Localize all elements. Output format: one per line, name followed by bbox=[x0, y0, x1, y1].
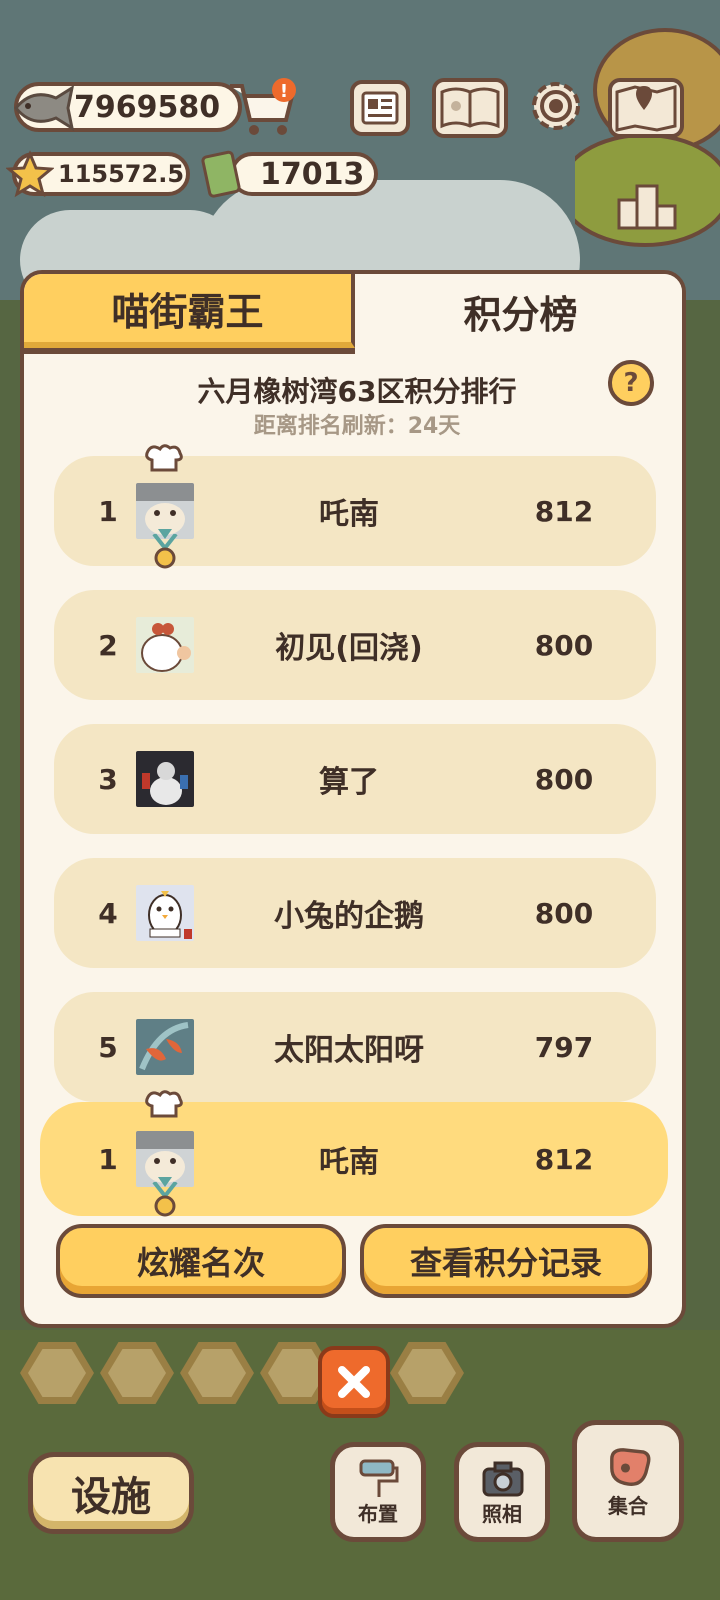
view-points-record-label: 查看积分记录 bbox=[409, 1244, 602, 1282]
chicken-avatar-icon bbox=[136, 617, 194, 673]
close-button[interactable] bbox=[318, 1346, 390, 1418]
news-button[interactable] bbox=[350, 80, 410, 136]
tab-points-leaderboard-label: 积分榜 bbox=[463, 292, 578, 337]
podium-icon bbox=[617, 184, 677, 230]
player-score: 812 bbox=[534, 1142, 594, 1176]
newspaper-icon bbox=[361, 91, 399, 125]
tab-cat-street-king-label: 喵街霸王 bbox=[111, 289, 264, 334]
close-icon bbox=[338, 1366, 370, 1398]
player-avatar[interactable] bbox=[136, 885, 194, 941]
star-currency-value: 115572.5 bbox=[58, 160, 185, 188]
rank-number: 3 bbox=[98, 762, 118, 796]
player-score: 800 bbox=[534, 896, 594, 930]
rank-number: 1 bbox=[98, 1142, 118, 1176]
leaderboard-row[interactable]: 2 初见(回浇) 800 bbox=[54, 590, 656, 700]
map-pin-icon bbox=[615, 85, 677, 132]
help-button[interactable]: ? bbox=[608, 360, 654, 406]
player-avatar[interactable] bbox=[136, 617, 194, 673]
leaderboard-row[interactable]: 4 小兔的企鹅 800 bbox=[54, 858, 656, 968]
player-score: 797 bbox=[534, 1030, 594, 1064]
leaderboard-row[interactable]: 1 吒南 812 bbox=[54, 444, 656, 569]
leaderboard-row[interactable]: 3 算了 800 bbox=[54, 724, 656, 834]
medal-icon bbox=[152, 1182, 178, 1217]
photo-button[interactable]: 照相 bbox=[454, 1442, 550, 1542]
chef-hat-icon bbox=[145, 1090, 183, 1118]
player-name: 小兔的企鹅 bbox=[274, 899, 424, 934]
rank-number: 1 bbox=[98, 494, 118, 528]
player-avatar[interactable] bbox=[136, 1019, 194, 1075]
paint-roller-icon bbox=[359, 1459, 399, 1497]
photo-avatar-icon bbox=[136, 751, 194, 807]
fish-icon bbox=[14, 84, 75, 132]
my-rank-row[interactable]: 1 吒南 812 bbox=[40, 1090, 668, 1217]
player-avatar[interactable] bbox=[136, 483, 194, 539]
shopping-cart-icon[interactable]: ! bbox=[226, 76, 300, 140]
star-icon bbox=[6, 150, 54, 198]
book-icon bbox=[440, 87, 500, 129]
player-name: 算了 bbox=[319, 765, 379, 800]
tab-points-leaderboard[interactable]: 积分榜 bbox=[355, 274, 682, 348]
layout-label: 布置 bbox=[358, 1502, 398, 1526]
settings-button[interactable] bbox=[526, 78, 586, 134]
tab-cat-street-king[interactable]: 喵街霸王 bbox=[24, 274, 355, 348]
question-mark-icon: ? bbox=[623, 368, 639, 398]
player-name: 吒南 bbox=[319, 497, 379, 532]
player-name: 初见(回浇) bbox=[275, 631, 423, 666]
facility-label: 设施 bbox=[71, 1474, 151, 1520]
show-off-rank-button[interactable]: 炫耀名次 bbox=[56, 1224, 346, 1298]
gear-icon bbox=[532, 82, 580, 130]
catbook-button[interactable] bbox=[432, 78, 508, 138]
player-score: 800 bbox=[534, 762, 594, 796]
medal-icon bbox=[152, 534, 178, 569]
view-points-record-button[interactable]: 查看积分记录 bbox=[360, 1224, 652, 1298]
refresh-countdown: 距离排名刷新：24天 bbox=[253, 414, 461, 439]
tab-divider bbox=[24, 348, 355, 354]
player-name: 太阳太阳呀 bbox=[274, 1033, 424, 1068]
koi-avatar-icon bbox=[136, 1019, 194, 1075]
facility-button[interactable]: 设施 bbox=[28, 1452, 194, 1534]
gather-button[interactable]: 集合 bbox=[572, 1420, 684, 1542]
camera-icon bbox=[482, 1461, 524, 1497]
fish-currency-value: 7969580 bbox=[74, 89, 221, 125]
rank-number: 2 bbox=[98, 628, 118, 662]
chef-hat-icon bbox=[145, 444, 183, 472]
penguin-avatar-icon bbox=[136, 885, 194, 941]
svg-text:!: ! bbox=[280, 81, 288, 102]
layout-button[interactable]: 布置 bbox=[330, 1442, 426, 1542]
leaderboard-podium-button[interactable] bbox=[616, 176, 678, 232]
map-button[interactable] bbox=[608, 78, 684, 138]
ticket-currency-value: 17013 bbox=[260, 156, 365, 192]
cat-avatar-icon bbox=[136, 483, 194, 539]
rank-number: 4 bbox=[98, 896, 118, 930]
cat-avatar-icon bbox=[136, 1131, 194, 1187]
player-score: 812 bbox=[534, 494, 594, 528]
gather-label: 集合 bbox=[608, 1494, 648, 1518]
leaderboard-panel: 喵街霸王 积分榜 六月橡树湾63区积分排行 距离排名刷新：24天 ? 1 吒南 … bbox=[20, 270, 686, 1328]
whistle-icon bbox=[610, 1448, 651, 1486]
player-name: 吒南 bbox=[319, 1145, 379, 1180]
leaderboard-row[interactable]: 5 太阳太阳呀 797 bbox=[54, 992, 656, 1102]
player-avatar[interactable] bbox=[136, 1131, 194, 1187]
ticket-icon bbox=[201, 150, 241, 198]
show-off-rank-label: 炫耀名次 bbox=[136, 1244, 265, 1282]
player-avatar[interactable] bbox=[136, 751, 194, 807]
ticket-currency-pill[interactable]: 17013 bbox=[230, 152, 378, 196]
leaderboard-title: 六月橡树湾63区积分排行 bbox=[197, 375, 517, 408]
player-score: 800 bbox=[534, 628, 594, 662]
rank-number: 5 bbox=[98, 1030, 118, 1064]
photo-label: 照相 bbox=[482, 1502, 522, 1526]
